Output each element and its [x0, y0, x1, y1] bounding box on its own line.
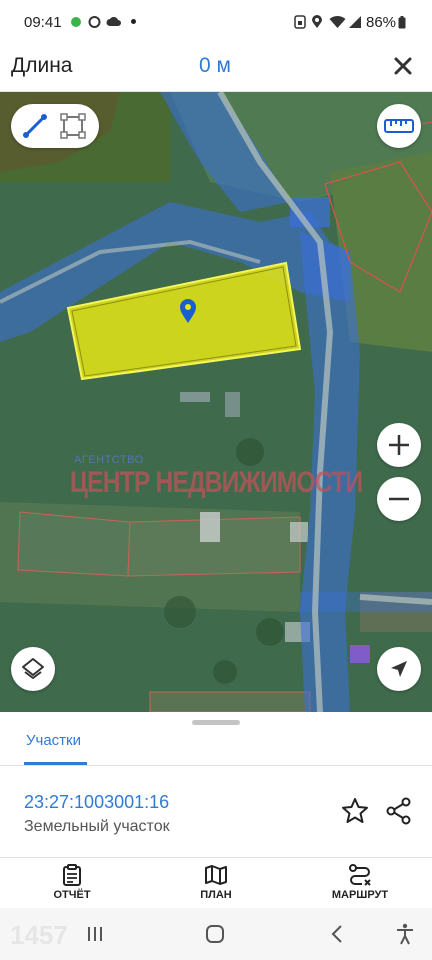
divider: [0, 765, 432, 766]
signal-icon: [349, 16, 361, 28]
navigation-arrow-icon: [391, 661, 407, 677]
layers-icon: [22, 658, 44, 679]
polygon-icon: [60, 113, 86, 139]
recent-apps-icon: [88, 927, 102, 941]
recent-apps-button[interactable]: [80, 922, 110, 946]
tab-parcels[interactable]: Участки: [26, 732, 81, 749]
sheet-drag-handle[interactable]: [192, 720, 240, 725]
parcel-cadastral-number[interactable]: 23:27:1003001:16: [24, 792, 169, 813]
measure-tools: [11, 104, 99, 148]
measure-value: 0 м: [199, 54, 231, 77]
locate-button[interactable]: [377, 647, 421, 691]
system-navigation-bar: 1457: [0, 908, 432, 960]
plus-icon: [389, 435, 409, 455]
status-time: 09:41: [24, 14, 62, 31]
favorite-button[interactable]: [340, 796, 370, 826]
line-tool-button[interactable]: [19, 110, 51, 142]
layers-button[interactable]: [11, 647, 55, 691]
status-bar: 09:41 86%: [0, 0, 432, 40]
notification-dot: [131, 19, 136, 24]
battery-level: 86%: [366, 14, 397, 31]
route-label: МАРШРУТ: [331, 889, 389, 901]
map-icon: [205, 865, 227, 885]
battery-icon: [398, 16, 406, 29]
parcel-pin-icon[interactable]: [178, 298, 198, 324]
polyline-icon: [23, 114, 47, 138]
back-icon: [331, 925, 342, 943]
zoom-out-button[interactable]: [377, 477, 421, 521]
whatsapp-icon: [71, 17, 81, 27]
parcel-type: Земельный участок: [24, 818, 170, 835]
plan-button[interactable]: ПЛАН: [166, 864, 266, 901]
report-button[interactable]: ОТЧЁТ: [22, 864, 122, 901]
report-icon: [63, 864, 81, 886]
close-button[interactable]: [386, 50, 420, 82]
minus-icon: [389, 497, 409, 501]
measure-title: Длина: [11, 54, 73, 77]
plan-label: ПЛАН: [200, 889, 232, 901]
star-icon: [342, 798, 368, 823]
area-tool-button[interactable]: [57, 110, 89, 142]
accessibility-button[interactable]: [390, 922, 420, 946]
location-icon: [312, 15, 322, 28]
chat-icon: [88, 16, 101, 28]
wifi-icon: [329, 15, 346, 28]
route-button[interactable]: МАРШРУТ: [310, 864, 410, 901]
close-icon: [394, 57, 412, 75]
accessibility-icon: [397, 923, 413, 945]
ruler-icon: [384, 119, 414, 133]
bottom-navigation: ОТЧЁТ ПЛАН МАРШРУТ: [0, 858, 432, 908]
home-button[interactable]: [200, 922, 230, 946]
watermark-number: 1457: [10, 920, 68, 950]
share-icon: [386, 797, 411, 825]
share-button[interactable]: [384, 796, 414, 826]
map-view[interactable]: АГЕНТСТВО ЦЕНТР НЕДВИЖИМОСТИ: [0, 92, 432, 712]
zoom-in-button[interactable]: [377, 423, 421, 467]
sim-icon: [294, 15, 306, 29]
satellite-map[interactable]: [0, 92, 432, 712]
ruler-button[interactable]: [377, 104, 421, 148]
report-label: ОТЧЁТ: [53, 889, 91, 901]
measure-header: Длина 0 м: [0, 40, 432, 92]
cloud-icon: [106, 16, 121, 26]
route-icon: [349, 864, 371, 886]
back-button[interactable]: [322, 922, 352, 946]
home-icon: [206, 925, 224, 943]
